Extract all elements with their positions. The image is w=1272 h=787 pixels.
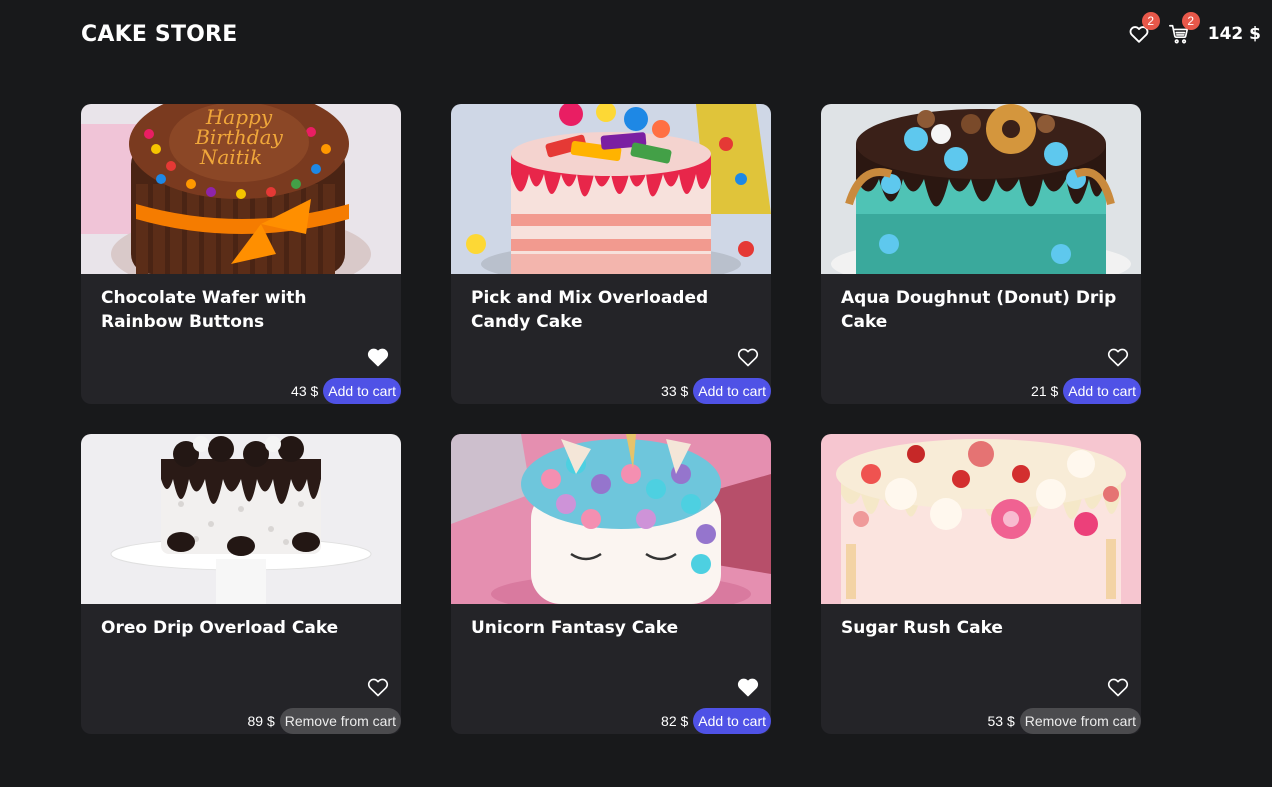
product-image: [821, 434, 1141, 604]
favorite-toggle[interactable]: [736, 345, 760, 369]
product-footer: 89 $ Remove from cart: [247, 708, 401, 734]
wishlist-count-badge: 2: [1141, 12, 1160, 30]
product-card: Aqua Doughnut (Donut) Drip Cake 21 $ Add…: [821, 104, 1141, 404]
product-price: 82 $: [661, 713, 689, 729]
add-to-cart-button[interactable]: Add to cart: [323, 378, 401, 404]
wishlist-button[interactable]: 2: [1126, 12, 1160, 48]
favorite-toggle[interactable]: [1106, 675, 1130, 699]
cart-total: 142 $: [1207, 24, 1261, 44]
heart-filled-icon: [737, 678, 759, 697]
product-card: Oreo Drip Overload Cake 89 $ Remove from…: [81, 434, 401, 734]
heart-filled-icon: [367, 348, 389, 367]
favorite-toggle[interactable]: [366, 675, 390, 699]
product-title: Aqua Doughnut (Donut) Drip Cake: [841, 288, 1117, 332]
product-title: Chocolate Wafer with Rainbow Buttons: [101, 288, 307, 332]
product-image: [451, 104, 771, 274]
product-image: [81, 434, 401, 604]
product-footer: 82 $ Add to cart: [661, 708, 771, 734]
product-footer: 33 $ Add to cart: [661, 378, 771, 404]
product-price: 89 $: [247, 713, 275, 729]
cart-button[interactable]: 2: [1166, 12, 1200, 48]
favorite-toggle[interactable]: [1106, 345, 1130, 369]
product-footer: 21 $ Add to cart: [1031, 378, 1141, 404]
header-actions: 2 2 142 $: [1126, 12, 1261, 48]
add-to-cart-button[interactable]: Add to cart: [693, 378, 771, 404]
heart-outline-icon: [1107, 348, 1129, 367]
product-price: 21 $: [1031, 383, 1059, 399]
product-image: [451, 434, 771, 604]
cart-count-badge: 2: [1181, 12, 1200, 30]
product-price: 53 $: [987, 713, 1015, 729]
store-logo[interactable]: CAKE STORE: [81, 22, 237, 47]
product-card: Unicorn Fantasy Cake 82 $ Add to cart: [451, 434, 771, 734]
product-image: Happy Birthday Naitik: [81, 104, 401, 274]
product-footer: 53 $ Remove from cart: [987, 708, 1141, 734]
product-title: Unicorn Fantasy Cake: [471, 618, 679, 638]
product-price: 33 $: [661, 383, 689, 399]
product-card: Pick and Mix Overloaded Candy Cake 33 $ …: [451, 104, 771, 404]
svg-text:Naitik: Naitik: [199, 145, 262, 169]
product-title: Pick and Mix Overloaded Candy Cake: [471, 288, 709, 332]
add-to-cart-button[interactable]: Add to cart: [1063, 378, 1141, 404]
favorite-toggle[interactable]: [736, 675, 760, 699]
product-card: Sugar Rush Cake 53 $ Remove from cart: [821, 434, 1141, 734]
product-title: Sugar Rush Cake: [841, 618, 1003, 638]
product-grid: Happy Birthday Naitik Chocolate Wafer wi…: [81, 104, 1141, 734]
heart-outline-icon: [737, 348, 759, 367]
add-to-cart-button[interactable]: Add to cart: [693, 708, 771, 734]
heart-outline-icon: [367, 678, 389, 697]
remove-from-cart-button[interactable]: Remove from cart: [1019, 708, 1141, 734]
product-price: 43 $: [291, 383, 319, 399]
heart-outline-icon: [1107, 678, 1129, 697]
product-image: [821, 104, 1141, 274]
remove-from-cart-button[interactable]: Remove from cart: [279, 708, 401, 734]
product-title: Oreo Drip Overload Cake: [101, 618, 339, 638]
product-card: Happy Birthday Naitik Chocolate Wafer wi…: [81, 104, 401, 404]
favorite-toggle[interactable]: [366, 345, 390, 369]
product-footer: 43 $ Add to cart: [291, 378, 401, 404]
